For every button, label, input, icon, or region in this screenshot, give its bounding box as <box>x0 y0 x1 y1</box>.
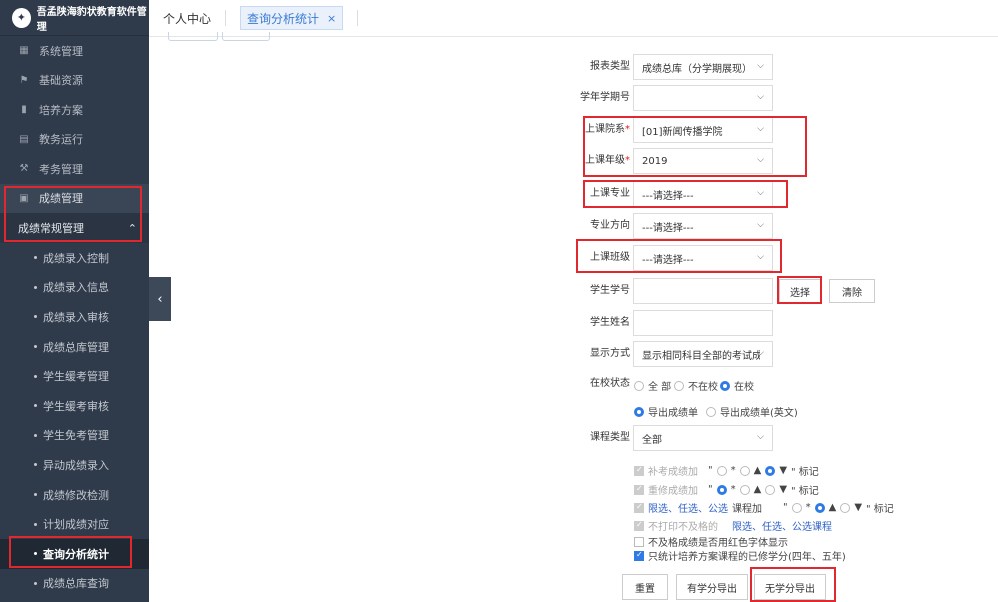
sidebar-subitem[interactable]: 计划成绩对应 <box>0 509 149 539</box>
elective-checkbox[interactable]: 限选、任选、公选课程加 <box>634 500 762 515</box>
no-print-fail-checkbox[interactable]: 不打印不及格的限选、任选、公选课程 <box>634 518 832 533</box>
tab-home[interactable]: 个人中心 <box>163 6 211 30</box>
export-transcript-radio[interactable]: 导出成绩单 <box>634 404 698 419</box>
sidebar-subitem[interactable]: 成绩总库查询 <box>0 569 149 599</box>
makeup-checkbox[interactable]: 补考成绩加 <box>634 463 698 478</box>
sidebar-subitem-query-stats[interactable]: 查询分析统计 <box>0 538 149 569</box>
chevron-down-icon: ⌵ <box>757 432 764 442</box>
chevron-down-icon: ⌵ <box>757 348 764 358</box>
elective-mark-options[interactable]: " * ▲ ▼ " 标记 <box>783 500 894 515</box>
display-mode-select[interactable]: 显示相同科目全部的考试成绩 ⌵ <box>633 341 773 367</box>
direction-select[interactable]: ---请选择--- ⌵ <box>633 213 773 239</box>
chevron-down-icon: ⌵ <box>757 220 764 230</box>
sidebar-subitem[interactable]: 成绩修改检测 <box>0 480 149 510</box>
select-student-button[interactable]: 选择 <box>779 279 821 303</box>
makeup-mark-options[interactable]: " * ▲ ▼ " 标记 <box>708 463 819 478</box>
student-name-input[interactable] <box>633 310 773 336</box>
term-select[interactable]: ⌵ <box>633 85 773 111</box>
chevron-down-icon: ⌵ <box>757 92 764 102</box>
status-enrolled-radio[interactable]: 在校 <box>720 378 754 393</box>
chevron-down-icon: ⌵ <box>757 155 764 165</box>
tab-bar: 个人中心 查询分析统计 × <box>149 0 998 37</box>
export-transcript-en-radio[interactable]: 导出成绩单(英文) <box>706 404 798 419</box>
red-font-checkbox[interactable]: 不及格成绩是否用红色字体显示 <box>634 534 788 549</box>
dept-select[interactable]: [01]新闻传播学院 ⌵ <box>633 117 773 143</box>
only-plan-checkbox[interactable]: 只统计培养方案课程的已修学分(四年、五年) <box>634 548 846 563</box>
tab-query-stats[interactable]: 查询分析统计 × <box>240 6 344 30</box>
retake-mark-options[interactable]: " * ▲ ▼ " 标记 <box>708 482 819 497</box>
reset-button[interactable]: 重置 <box>622 574 668 600</box>
chevron-down-icon: ⌵ <box>757 124 764 134</box>
status-all-radio[interactable]: 全 部 <box>634 378 671 393</box>
close-icon[interactable]: × <box>327 12 336 25</box>
status-not-enrolled-radio[interactable]: 不在校 <box>674 378 718 393</box>
toolbar-button-partial[interactable] <box>168 32 218 41</box>
logo: ✦ 吾孟陕海豹状教育软件管理 <box>0 0 149 36</box>
export-no-credit-button[interactable]: 无学分导出 <box>754 574 826 600</box>
course-type-select[interactable]: 全部 ⌵ <box>633 425 773 451</box>
grade-select[interactable]: 2019 ⌵ <box>633 148 773 174</box>
retake-checkbox[interactable]: 重修成绩加 <box>634 482 698 497</box>
chevron-down-icon: ⌵ <box>757 61 764 71</box>
chevron-down-icon: ⌵ <box>757 252 764 262</box>
class-select[interactable]: ---请选择--- ⌵ <box>633 245 773 271</box>
student-no-input[interactable] <box>633 278 773 304</box>
clear-button[interactable]: 清除 <box>829 279 875 303</box>
sidebar-subitem[interactable]: 异动成绩录入 <box>0 450 149 480</box>
report-type-select[interactable]: 成绩总库（分学期展现） ⌵ <box>633 54 773 80</box>
chevron-down-icon: ⌵ <box>757 188 764 198</box>
toolbar-button-partial[interactable] <box>222 32 270 41</box>
logo-icon: ✦ <box>12 7 31 28</box>
major-select[interactable]: ---请选择--- ⌵ <box>633 181 773 207</box>
export-with-credit-button[interactable]: 有学分导出 <box>676 574 748 600</box>
logo-text: 吾孟陕海豹状教育软件管理 <box>36 6 147 33</box>
